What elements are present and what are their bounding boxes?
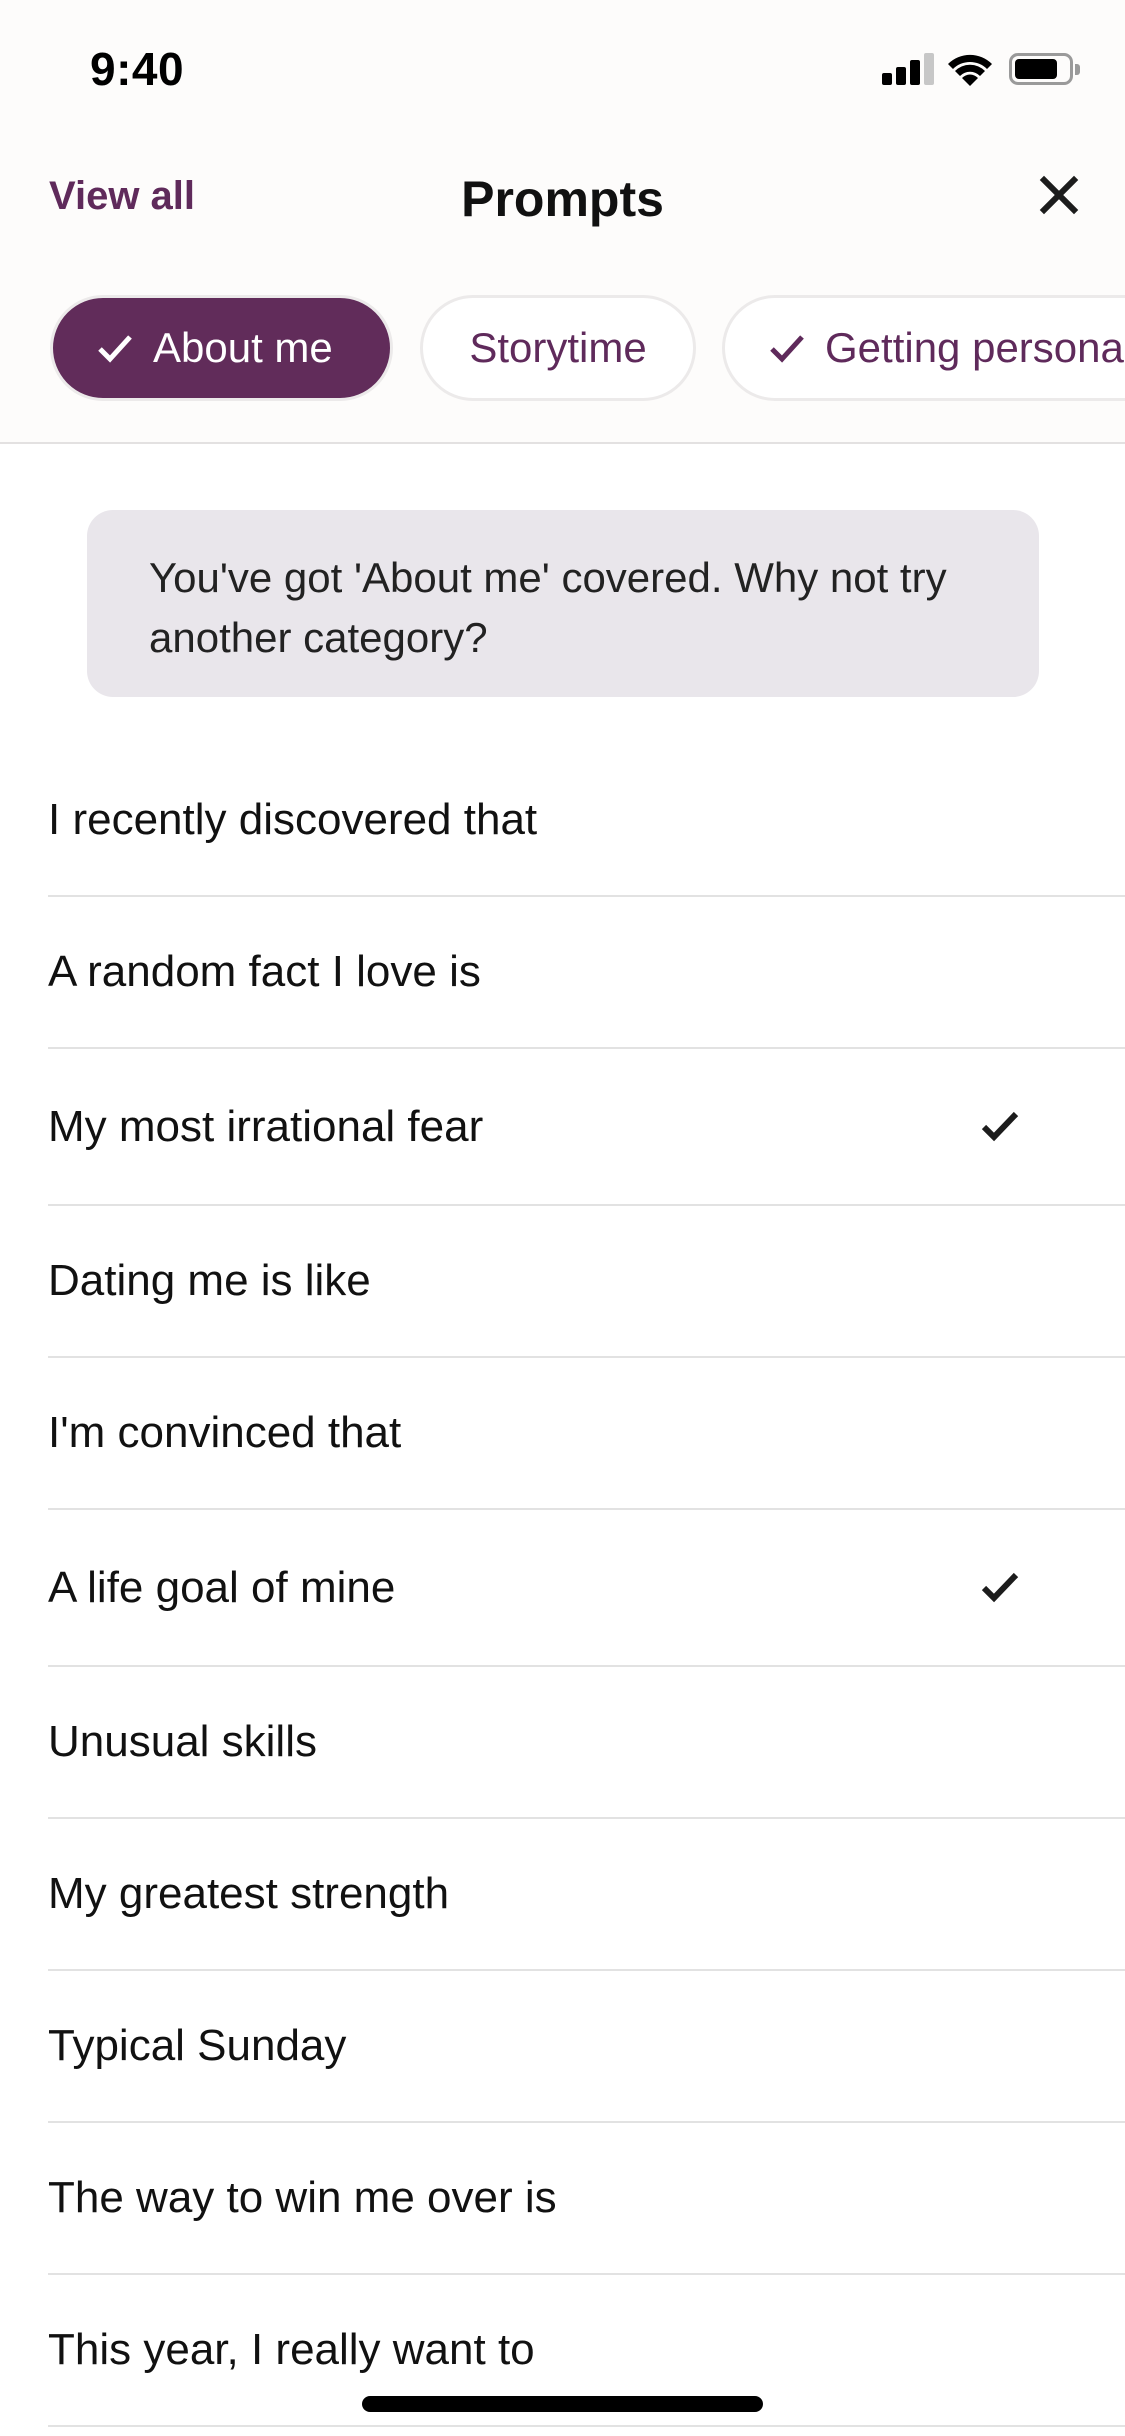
check-icon xyxy=(770,335,804,363)
prompt-label: Dating me is like xyxy=(48,1256,371,1305)
battery-icon xyxy=(1009,53,1073,85)
prompt-label: My most irrational fear xyxy=(48,1101,484,1151)
check-icon xyxy=(98,335,132,363)
prompt-label: I'm convinced that xyxy=(48,1408,402,1457)
check-icon xyxy=(981,1572,1019,1602)
prompt-label: I recently discovered that xyxy=(48,795,538,844)
prompt-label: The way to win me over is xyxy=(48,2173,557,2222)
cellular-signal-icon xyxy=(882,53,936,85)
wifi-icon xyxy=(948,54,992,86)
prompt-row[interactable]: My greatest strength xyxy=(48,1819,1125,1971)
close-icon[interactable] xyxy=(1036,172,1082,218)
prompt-list: I recently discovered that A random fact … xyxy=(0,745,1125,2427)
prompt-row[interactable]: A random fact I love is xyxy=(48,897,1125,1049)
category-chip-getting-personal[interactable]: Getting personal xyxy=(722,295,1125,401)
category-chips: About me Storytime Getting personal xyxy=(0,295,1125,401)
battery-nub xyxy=(1075,64,1080,75)
prompt-label: A life goal of mine xyxy=(48,1562,396,1612)
prompt-label: Typical Sunday xyxy=(48,2021,347,2070)
prompt-label: This year, I really want to xyxy=(48,2325,535,2374)
prompt-label: A random fact I love is xyxy=(48,947,481,996)
chip-label: Getting personal xyxy=(825,324,1125,371)
prompt-row[interactable]: The way to win me over is xyxy=(48,2123,1125,2275)
battery-level xyxy=(1015,59,1057,79)
prompt-label: My greatest strength xyxy=(48,1869,450,1918)
category-chip-storytime[interactable]: Storytime xyxy=(420,295,696,401)
page-title: Prompts xyxy=(461,171,664,227)
status-icons xyxy=(880,50,1085,90)
status-time: 9:40 xyxy=(90,43,185,95)
banner-text: You've got 'About me' covered. Why not t… xyxy=(149,554,947,661)
info-banner: You've got 'About me' covered. Why not t… xyxy=(87,510,1039,697)
check-icon xyxy=(981,1111,1019,1141)
prompt-row[interactable]: Typical Sunday xyxy=(48,1971,1125,2123)
prompt-label: Unusual skills xyxy=(48,1717,317,1766)
home-indicator xyxy=(362,2396,763,2412)
prompt-row[interactable]: Unusual skills xyxy=(48,1667,1125,1819)
category-chip-about-me[interactable]: About me xyxy=(50,295,393,401)
chip-label: Storytime xyxy=(469,324,647,371)
prompt-row[interactable]: I'm convinced that xyxy=(48,1358,1125,1510)
prompt-row[interactable]: A life goal of mine xyxy=(48,1510,1125,1667)
prompt-row[interactable]: Dating me is like xyxy=(48,1206,1125,1358)
prompt-row[interactable]: I recently discovered that xyxy=(48,745,1125,897)
header-divider xyxy=(0,442,1125,444)
chip-label: About me xyxy=(153,324,333,371)
prompt-row[interactable]: My most irrational fear xyxy=(48,1049,1125,1206)
